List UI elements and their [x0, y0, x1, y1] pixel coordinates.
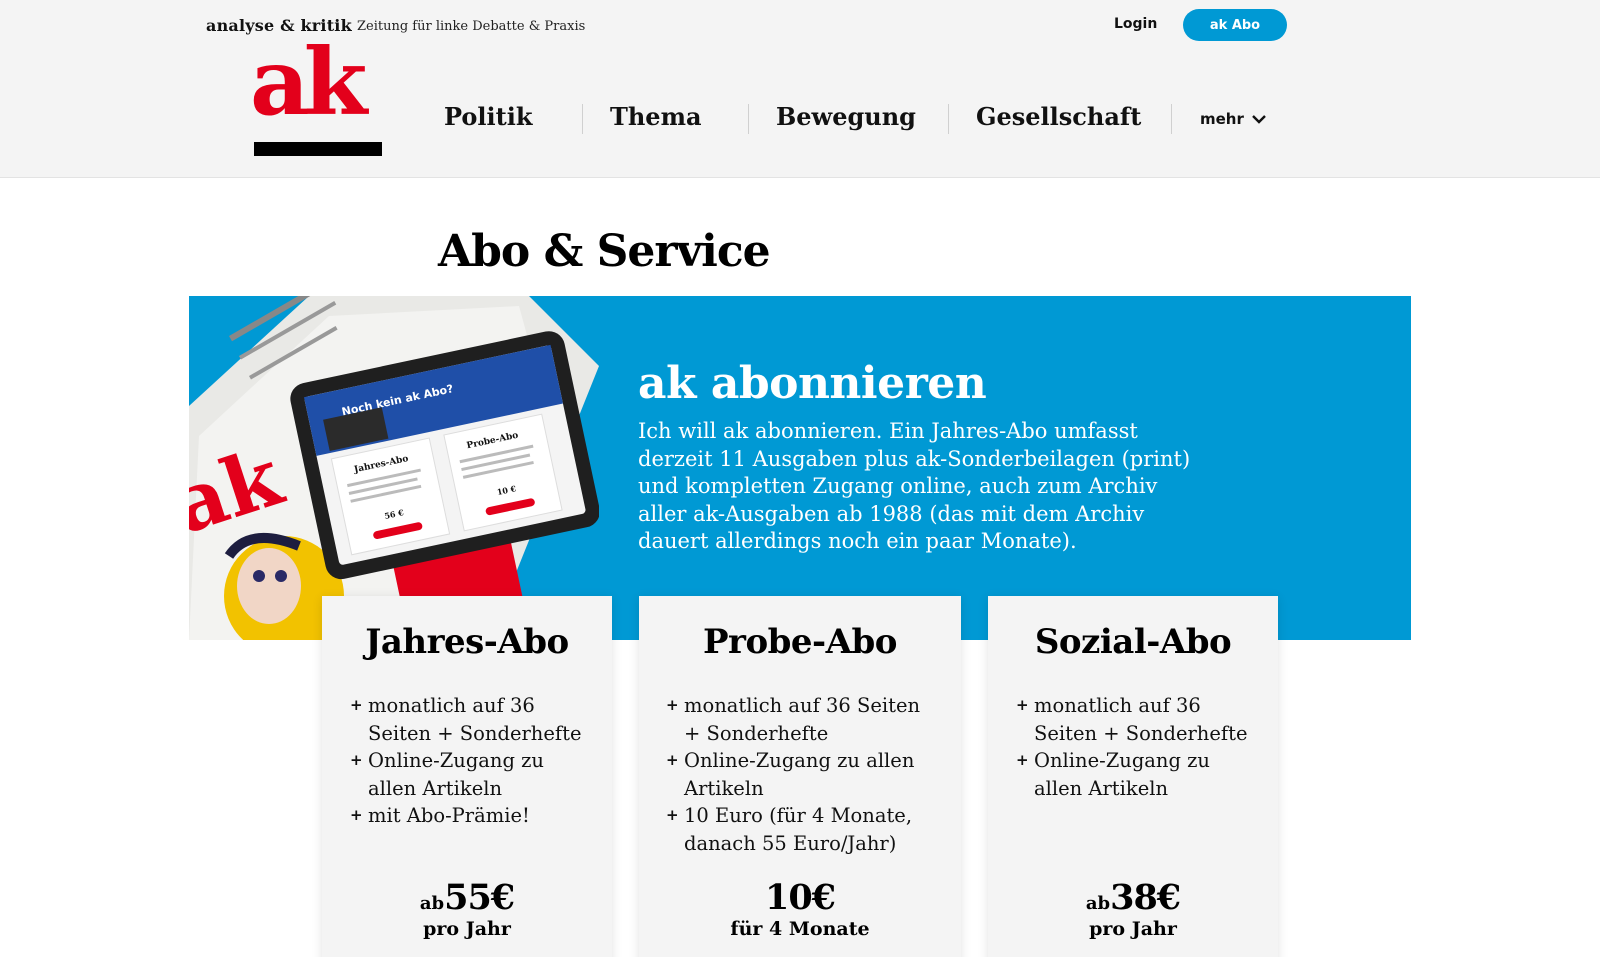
nav-item-thema[interactable]: Thema: [610, 102, 702, 134]
hero-heading: ak abonnieren: [638, 358, 987, 409]
logo-text: ak: [250, 28, 367, 136]
newspaper-tablet-image: ak Noch kein ak Abo? Jahres-Abo Probe-Ab…: [189, 296, 599, 640]
ak-logo[interactable]: ak: [250, 36, 382, 156]
feature-list: + monatlich auf 36 Seiten + Sonderhefte +…: [1016, 692, 1256, 802]
price-amount: 38€: [1110, 877, 1181, 918]
nav-item-gesellschaft[interactable]: Gesellschaft: [976, 102, 1141, 134]
feature-item: + mit Abo-Prämie!: [350, 802, 590, 830]
card-title: Sozial-Abo: [1034, 622, 1232, 662]
feature-item: + Online-Zugang zu allen Artikeln: [666, 749, 915, 800]
price-amount: 10€: [764, 877, 836, 918]
plus-icon: +: [1016, 696, 1029, 714]
price-amount: 55€: [444, 877, 515, 918]
plus-icon: +: [666, 696, 679, 714]
price: ab38€: [988, 877, 1278, 918]
login-link[interactable]: Login: [1114, 16, 1157, 32]
ak-abo-button[interactable]: ak Abo: [1183, 9, 1287, 41]
page-title: Abo & Service: [438, 226, 771, 277]
chevron-down-icon: [1252, 115, 1266, 124]
price: 10€: [639, 877, 961, 918]
price: ab55€: [322, 877, 612, 918]
feature-item: + monatlich auf 36 Seiten + Sonderhefte: [1016, 694, 1248, 745]
feature-list: + monatlich auf 36 Seiten + Sonderhefte +…: [666, 692, 936, 857]
feature-item: + monatlich auf 36 Seiten + Sonderhefte: [666, 694, 921, 745]
plus-icon: +: [350, 806, 363, 824]
plus-icon: +: [1016, 751, 1029, 769]
plus-icon: +: [350, 751, 363, 769]
hero-description: Ich will ak abonnieren. Ein Jahres-Abo u…: [638, 419, 1191, 553]
logo-underline-bar: [254, 142, 382, 156]
price-prefix: ab: [1085, 893, 1111, 914]
feature-list: + monatlich auf 36 Seiten + Sonderhefte +…: [350, 692, 590, 830]
site-header: analyse & kritik Zeitung für linke Debat…: [0, 0, 1600, 178]
nav-divider: [748, 104, 749, 134]
feature-item: +10 Euro (für 4 Monate, danach 55 Euro/J…: [666, 804, 913, 855]
price-period: pro Jahr: [1089, 918, 1177, 940]
nav-item-politik[interactable]: Politik: [444, 102, 532, 134]
card-title: Probe-Abo: [702, 622, 898, 662]
price-period: pro Jahr: [423, 918, 511, 940]
brand-tagline: Zeitung für linke Debatte & Praxis: [357, 19, 586, 34]
price-prefix: ab: [419, 893, 445, 914]
price-period: für 4 Monate: [730, 918, 870, 940]
more-menu-button[interactable]: mehr: [1200, 110, 1266, 128]
plus-icon: +: [666, 806, 679, 824]
subscription-card-jahres-abo[interactable]: Jahres-Abo + monatlich auf 36 Seiten + So…: [322, 596, 612, 957]
nav-item-bewegung[interactable]: Bewegung: [776, 102, 916, 134]
card-title: Jahres-Abo: [365, 622, 569, 662]
feature-item: + Online-Zugang zu allen Artikeln: [1016, 749, 1210, 800]
subscription-card-probe-abo[interactable]: Probe-Abo + monatlich auf 36 Seiten + Son…: [639, 596, 961, 957]
nav-divider: [582, 104, 583, 134]
nav-divider: [948, 104, 949, 134]
plus-icon: +: [666, 751, 679, 769]
subscribe-hero-banner: ak Noch kein ak Abo? Jahres-Abo Probe-Ab…: [189, 296, 1411, 640]
feature-item: + Online-Zugang zu allen Artikeln: [350, 749, 544, 800]
plus-icon: +: [350, 696, 363, 714]
subscription-card-sozial-abo[interactable]: Sozial-Abo + monatlich auf 36 Seiten + So…: [988, 596, 1278, 957]
nav-divider: [1171, 104, 1172, 134]
more-label: mehr: [1200, 110, 1244, 128]
feature-item: + monatlich auf 36 Seiten + Sonderhefte: [350, 694, 582, 745]
